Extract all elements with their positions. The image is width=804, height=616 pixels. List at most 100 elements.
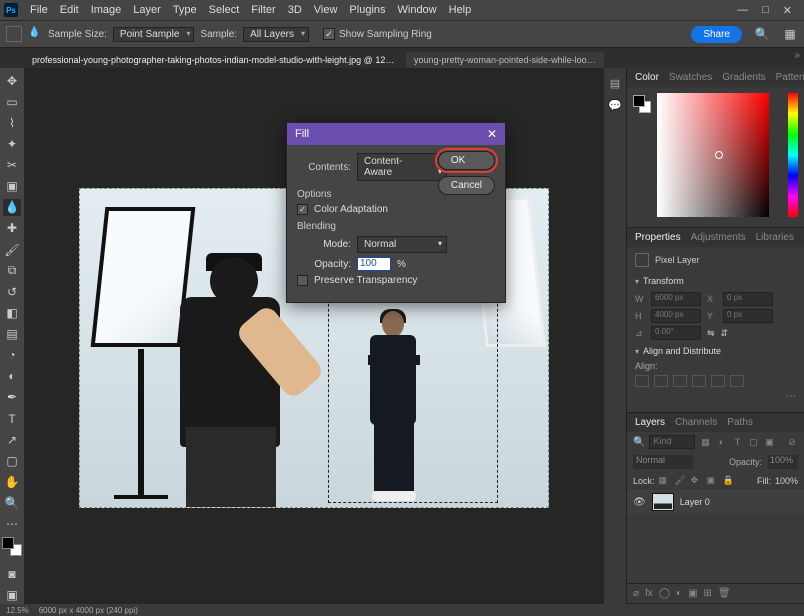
- align-right-icon[interactable]: [673, 375, 687, 387]
- tab-color[interactable]: Color: [635, 72, 659, 83]
- menu-image[interactable]: Image: [85, 4, 128, 16]
- type-tool-icon[interactable]: T: [3, 410, 21, 427]
- menu-select[interactable]: Select: [203, 4, 246, 16]
- cancel-button[interactable]: Cancel: [438, 176, 495, 195]
- fill-adj-icon[interactable]: ◐: [676, 588, 682, 599]
- filter-pixel-icon[interactable]: ▦: [699, 436, 711, 448]
- menu-plugins[interactable]: Plugins: [343, 4, 391, 16]
- hue-slider[interactable]: [788, 93, 798, 217]
- fx-icon[interactable]: fx: [645, 588, 653, 599]
- tab-adjustments[interactable]: Adjustments: [691, 232, 746, 243]
- align-left-icon[interactable]: [635, 375, 649, 387]
- brush-tool-icon[interactable]: 🖌: [3, 241, 21, 258]
- height-field[interactable]: 4000 px: [651, 309, 701, 323]
- tab-layers[interactable]: Layers: [635, 417, 665, 428]
- menu-filter[interactable]: Filter: [245, 4, 281, 16]
- layer-name[interactable]: Layer 0: [680, 497, 710, 507]
- screenmode-icon[interactable]: ▣: [3, 587, 21, 604]
- fill-field[interactable]: 100%: [775, 476, 798, 486]
- shape-tool-icon[interactable]: ▢: [3, 452, 21, 469]
- tab-paths[interactable]: Paths: [727, 417, 753, 428]
- filter-kind-select[interactable]: Kind: [649, 435, 695, 449]
- tab-scroll-icon[interactable]: »: [794, 50, 800, 61]
- blur-tool-icon[interactable]: ◔: [3, 347, 21, 364]
- eraser-tool-icon[interactable]: ◧: [3, 304, 21, 321]
- opacity-input[interactable]: 100: [357, 257, 391, 271]
- more-options-icon[interactable]: ⋯: [786, 391, 796, 402]
- tab-properties[interactable]: Properties: [635, 232, 681, 243]
- eyedropper-tool-icon[interactable]: 💧: [3, 199, 21, 216]
- width-field[interactable]: 6000 px: [651, 292, 701, 306]
- lock-paint-icon[interactable]: 🖌: [675, 475, 687, 487]
- gradient-tool-icon[interactable]: ▤: [3, 326, 21, 343]
- history-panel-icon[interactable]: ▤: [608, 76, 622, 90]
- filter-adjust-icon[interactable]: ◐: [715, 436, 727, 448]
- menu-file[interactable]: File: [24, 4, 54, 16]
- maximize-icon[interactable]: □: [762, 4, 769, 17]
- path-tool-icon[interactable]: ↗: [3, 431, 21, 448]
- lock-pos-icon[interactable]: ✥: [691, 475, 703, 487]
- panel-swatch[interactable]: [633, 95, 651, 113]
- color-adaptation-checkbox[interactable]: ✓ Color Adaptation: [297, 204, 495, 215]
- x-field[interactable]: 0 px: [723, 292, 773, 306]
- blend-mode-select[interactable]: Normal: [633, 455, 693, 469]
- sample-size-select[interactable]: Point Sample: [113, 27, 194, 42]
- link-layers-icon[interactable]: ⌀: [633, 588, 639, 599]
- marquee-tool-icon[interactable]: ▭: [3, 93, 21, 110]
- tab-active[interactable]: professional-young-photographer-taking-p…: [24, 52, 404, 68]
- menu-3d[interactable]: 3D: [282, 4, 308, 16]
- zoom-tool-icon[interactable]: 🔍: [3, 495, 21, 512]
- color-field[interactable]: [657, 93, 769, 217]
- mask-icon[interactable]: ◯: [659, 588, 670, 599]
- align-bottom-icon[interactable]: [730, 375, 744, 387]
- menu-layer[interactable]: Layer: [127, 4, 167, 16]
- heal-tool-icon[interactable]: ✚: [3, 220, 21, 237]
- minimize-icon[interactable]: —: [737, 4, 748, 17]
- zoom-level[interactable]: 12.5%: [6, 606, 29, 615]
- filter-toggle-icon[interactable]: ⊘: [786, 436, 798, 448]
- align-top-icon[interactable]: [692, 375, 706, 387]
- history-brush-icon[interactable]: ↺: [3, 283, 21, 300]
- tab-inactive[interactable]: young-pretty-woman-pointed-side-while-lo…: [406, 52, 604, 68]
- tab-libraries[interactable]: Libraries: [756, 232, 794, 243]
- dialog-close-icon[interactable]: ✕: [487, 127, 497, 141]
- preserve-transparency-checkbox[interactable]: Preserve Transparency: [297, 275, 495, 286]
- search-icon[interactable]: 🔍: [754, 26, 770, 42]
- lock-nest-icon[interactable]: ▣: [707, 475, 719, 487]
- delete-icon[interactable]: 🗑: [718, 588, 731, 599]
- lock-all-icon[interactable]: 🔒: [723, 475, 735, 487]
- quickmask-icon[interactable]: ◙: [3, 566, 21, 583]
- workspace-icon[interactable]: ▦: [782, 26, 798, 42]
- contents-select[interactable]: Content-Aware: [357, 153, 447, 181]
- new-layer-icon[interactable]: ⊞: [704, 588, 712, 599]
- filter-smart-icon[interactable]: ▣: [763, 436, 775, 448]
- share-button[interactable]: Share: [691, 26, 742, 43]
- frame-tool-icon[interactable]: ▣: [3, 178, 21, 195]
- crop-tool-icon[interactable]: ✂: [3, 157, 21, 174]
- move-tool-icon[interactable]: ✥: [3, 72, 21, 89]
- align-hcenter-icon[interactable]: [654, 375, 668, 387]
- filter-shape-icon[interactable]: ▢: [747, 436, 759, 448]
- lasso-tool-icon[interactable]: ⌇: [3, 114, 21, 131]
- menu-type[interactable]: Type: [167, 4, 203, 16]
- stamp-tool-icon[interactable]: ⧉: [3, 262, 21, 279]
- visibility-icon[interactable]: 👁: [633, 497, 646, 508]
- layer-thumbnail[interactable]: [652, 493, 674, 511]
- doc-info[interactable]: 6000 px x 4000 px (240 ppi): [39, 606, 138, 615]
- tab-patterns[interactable]: Patterns: [776, 72, 804, 83]
- opacity-field[interactable]: 100%: [768, 455, 798, 469]
- pen-tool-icon[interactable]: ✒: [3, 389, 21, 406]
- lock-trans-icon[interactable]: ▦: [659, 475, 671, 487]
- close-icon[interactable]: ✕: [783, 4, 792, 17]
- menu-edit[interactable]: Edit: [54, 4, 85, 16]
- group-icon[interactable]: ▣: [688, 588, 697, 599]
- transform-section[interactable]: Transform: [635, 273, 796, 289]
- y-field[interactable]: 0 px: [723, 309, 773, 323]
- align-vcenter-icon[interactable]: [711, 375, 725, 387]
- home-icon[interactable]: [6, 26, 22, 42]
- filter-icon[interactable]: 🔍: [633, 437, 645, 448]
- layer-row[interactable]: 👁 Layer 0: [627, 490, 804, 514]
- wand-tool-icon[interactable]: ✦: [3, 135, 21, 152]
- show-sampling-ring[interactable]: ✓ Show Sampling Ring: [323, 28, 432, 40]
- menu-help[interactable]: Help: [443, 4, 478, 16]
